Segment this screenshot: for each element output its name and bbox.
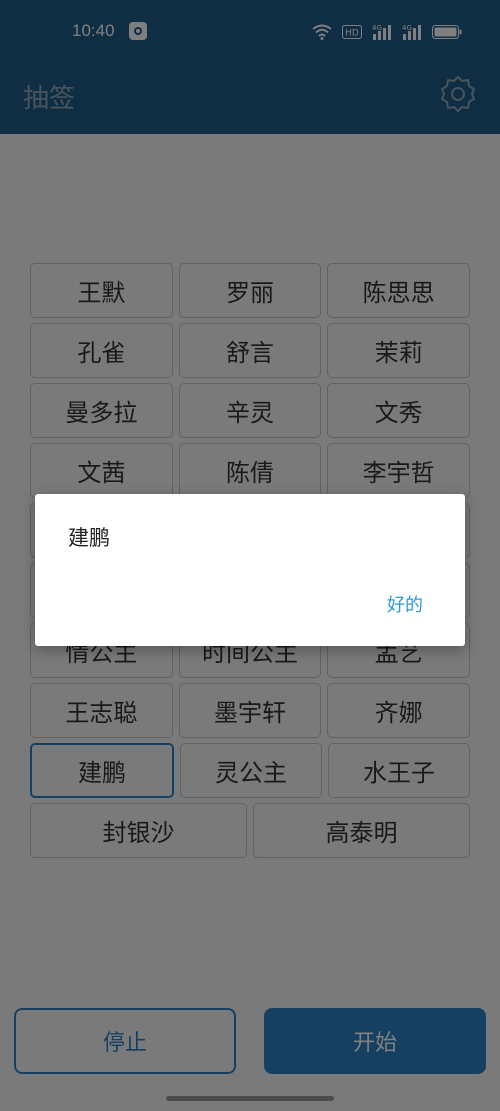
dialog-message: 建鹏 bbox=[68, 526, 110, 550]
dialog-ok-button[interactable]: 好的 bbox=[387, 591, 423, 617]
result-dialog: 建鹏 好的 bbox=[35, 494, 465, 646]
